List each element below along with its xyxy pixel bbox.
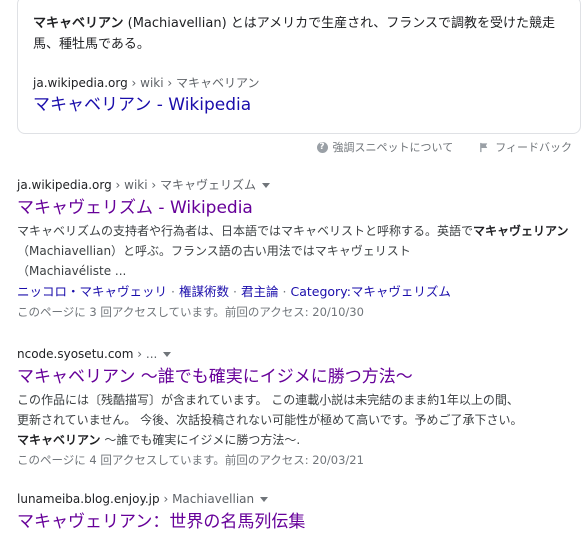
visit-info: このページに 4 回アクセスしています。前回のアクセス: 20/03/21 (17, 453, 364, 467)
cite-domain: ja.wikipedia.org (17, 178, 112, 192)
snippet-feedback-row: ? 強調スニペットについて フィードバック (316, 139, 572, 155)
desc-bold: マキャベリアン (17, 433, 101, 447)
result-cite: ja.wikipedia.org › wiki › マキャヴェリズム (17, 176, 573, 194)
snippet-bold-term: マキャベリアン (33, 16, 124, 31)
desc-line: （Machiavellian）と呼ぶ。フランス語の古い用法ではマキャヴェリスト (17, 244, 411, 258)
featured-snippet-card: マキャベリアン (Machiavellian) とはアメリカで生産され、フランス… (17, 0, 581, 134)
featured-snippet-text: マキャベリアン (Machiavellian) とはアメリカで生産され、フランス… (33, 13, 573, 55)
chevron-down-icon[interactable] (260, 496, 269, 502)
featured-cite: ja.wikipedia.org › wiki › マキャベリアン (33, 75, 260, 91)
desc-bold: マキャヴェリアン (473, 224, 569, 238)
sitelink[interactable]: 君主論 (241, 284, 279, 299)
search-result: ja.wikipedia.org › wiki › マキャヴェリズム マキャヴェ… (17, 176, 573, 322)
cite-path: › ... (133, 347, 158, 361)
result-cite: lunameiba.blog.enjoy.jp › Machiavellian (17, 490, 573, 508)
visit-info: このページに 3 回アクセスしています。前回のアクセス: 20/10/30 (17, 305, 364, 319)
search-result: ncode.syosetu.com › ... マキャベリアン ～誰でも確実にイ… (17, 345, 573, 470)
about-featured-snippets-label: 強調スニペットについて (332, 141, 454, 154)
chevron-down-icon[interactable] (163, 351, 172, 357)
result-description: マキャベリズムの支持者や行為者は、日本語ではマキャベリストと呼称する。英語でマキ… (17, 221, 573, 281)
cite-domain: ja.wikipedia.org (33, 76, 128, 90)
flag-icon (480, 142, 488, 152)
chevron-down-icon[interactable] (262, 182, 271, 188)
cite-path: › wiki › マキャヴェリズム (111, 178, 257, 192)
desc-line: マキャベリズムの支持者や行為者は、日本語ではマキャベリストと呼称する。英語で (17, 224, 474, 238)
desc-line: この作品には〔残酷描写〕が含まれています。 この連載小説は未完結のまま約1年以上… (17, 393, 519, 407)
cite-domain: ncode.syosetu.com (17, 347, 134, 361)
result-cite: ncode.syosetu.com › ... (17, 345, 573, 363)
result-title-link[interactable]: マキャベリアン ～誰でも確実にイジメに勝つ方法～ (17, 366, 573, 388)
result-title-link[interactable]: マキャヴェリアン：世界の名馬列伝集 (17, 511, 573, 533)
desc-line: ～誰でも確実にイジメに勝つ方法～. (100, 433, 301, 447)
help-icon: ? (316, 141, 328, 153)
sitelink[interactable]: 権謀術数 (179, 284, 229, 299)
feedback-link[interactable]: フィードバック (479, 139, 572, 155)
featured-title-link[interactable]: マキャベリアン - Wikipedia (33, 94, 251, 116)
result-title-link[interactable]: マキャヴェリズム - Wikipedia (17, 197, 573, 219)
desc-line: （Machiavéliste ... (17, 264, 127, 278)
cite-path: › wiki › マキャベリアン (127, 76, 260, 90)
sitelink[interactable]: Category:マキャヴェリズム (291, 284, 451, 299)
search-result: lunameiba.blog.enjoy.jp › Machiavellian … (17, 490, 573, 533)
desc-line: 更新されていません。 今後、次話投稿されない可能性が極めて高いです。予めご了承下… (17, 413, 523, 427)
about-featured-snippets-link[interactable]: ? 強調スニペットについて (316, 139, 454, 155)
sitelinks: ニッコロ・マキャヴェッリ · 権謀術数 · 君主論 · Category:マキャヴェリズム (17, 284, 451, 299)
cite-path: › Machiavellian (159, 492, 255, 506)
cite-domain: lunameiba.blog.enjoy.jp (17, 492, 160, 506)
result-description: この作品には〔残酷描写〕が含まれています。 この連載小説は未完結のまま約1年以上… (17, 390, 573, 450)
sitelink[interactable]: ニッコロ・マキャヴェッリ (17, 284, 167, 299)
feedback-label: フィードバック (495, 141, 572, 154)
